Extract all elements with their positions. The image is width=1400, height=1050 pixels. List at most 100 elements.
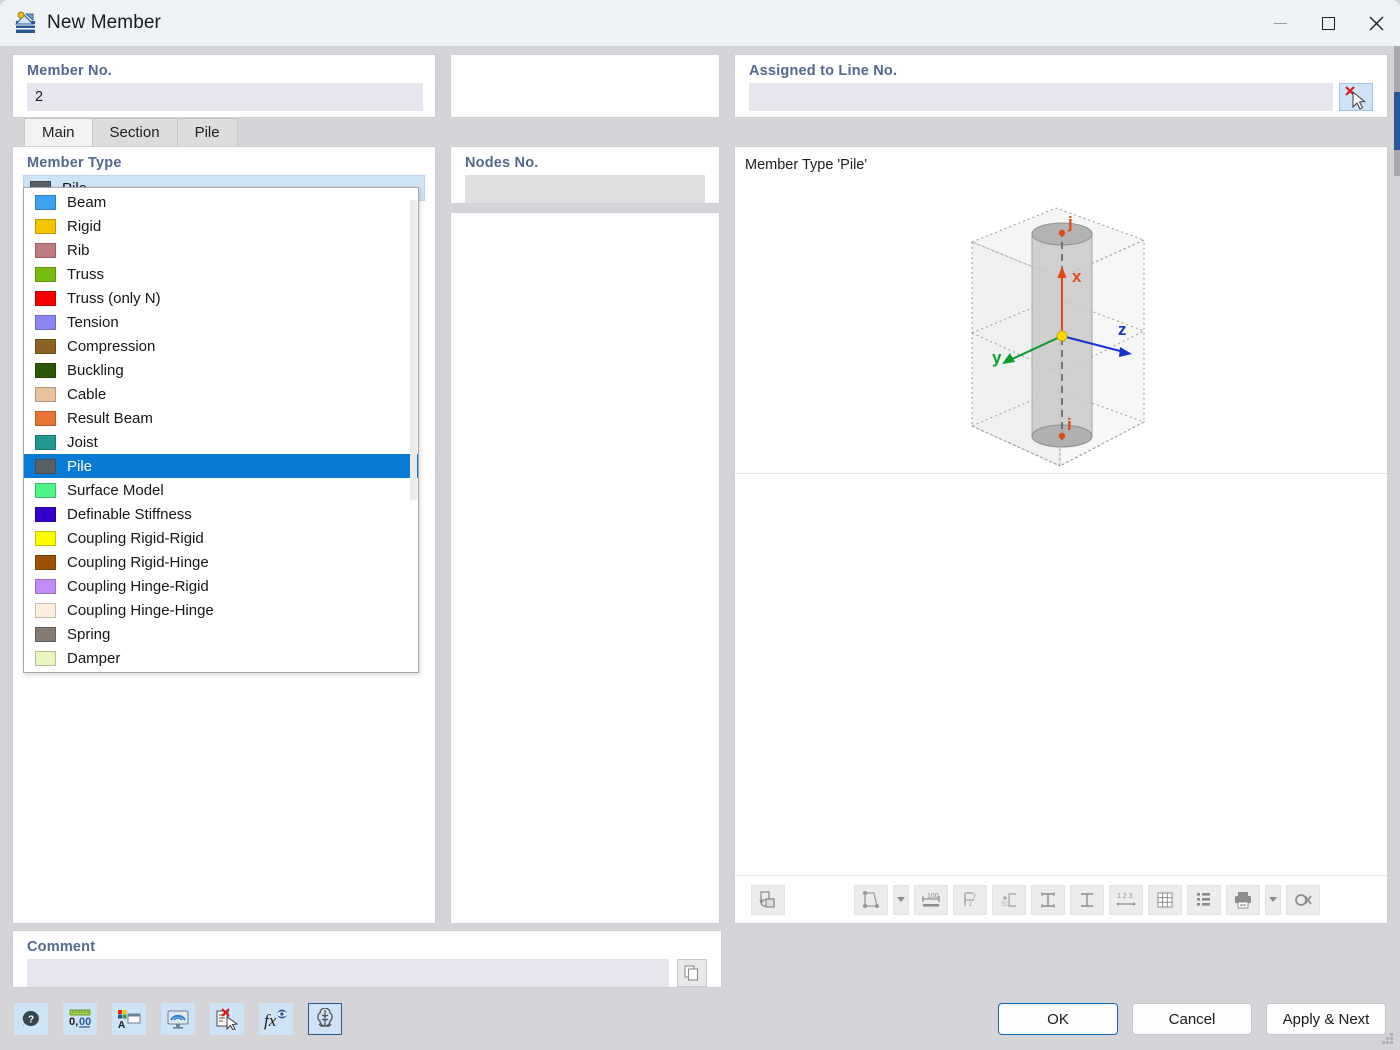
member-type-option[interactable]: Coupling Rigid-Rigid — [24, 526, 418, 550]
list-icon[interactable] — [1187, 885, 1221, 915]
delete-icon[interactable] — [210, 1003, 244, 1035]
member-type-option[interactable]: Pile — [24, 454, 418, 478]
copy-icon[interactable] — [677, 959, 707, 987]
render-off-icon[interactable] — [1286, 885, 1320, 915]
member-type-option[interactable]: Beam — [24, 190, 418, 214]
option-color-swatch — [35, 195, 56, 210]
print-dropdown-caret[interactable] — [1265, 885, 1281, 915]
member-type-option[interactable]: Rigid — [24, 214, 418, 238]
member-type-option[interactable]: Surface Model — [24, 478, 418, 502]
member-type-option[interactable]: Coupling Hinge-Hinge — [24, 598, 418, 622]
member-type-option[interactable]: Buckling — [24, 358, 418, 382]
member-type-option[interactable]: Damper — [24, 646, 418, 670]
ok-button[interactable]: OK — [998, 1003, 1118, 1035]
dropdown-scrollbar-thumb[interactable] — [410, 200, 417, 500]
tab-strip: Main Section Pile — [0, 118, 1400, 146]
option-color-swatch — [35, 243, 56, 258]
svg-text:SC: SC — [1001, 901, 1010, 908]
shear-center-icon[interactable]: SC — [992, 885, 1026, 915]
member-type-option[interactable]: Truss (only N) — [24, 286, 418, 310]
brain-icon[interactable] — [308, 1003, 342, 1035]
axis-label-x: x — [1072, 267, 1082, 286]
minimize-button[interactable] — [1256, 0, 1304, 46]
pick-cursor-x-icon[interactable] — [1339, 83, 1373, 111]
units-decimal-icon[interactable]: 0, 00 — [63, 1003, 97, 1035]
node-label-i: i — [1067, 415, 1072, 434]
tab-section[interactable]: Section — [92, 118, 178, 146]
tab-pile[interactable]: Pile — [177, 118, 238, 146]
axis-label-z: z — [1118, 320, 1127, 339]
member-type-label: Member Type — [13, 147, 435, 175]
assigned-line-input[interactable] — [749, 83, 1333, 111]
colors-fonts-icon[interactable]: A — [112, 1003, 146, 1035]
option-color-swatch — [35, 363, 56, 378]
option-color-swatch — [35, 459, 56, 474]
member-type-option[interactable]: Tension — [24, 310, 418, 334]
nodes-no-group: Nodes No. — [450, 146, 720, 204]
svg-text:fx: fx — [264, 1011, 277, 1030]
assigned-line-label: Assigned to Line No. — [735, 55, 1387, 83]
dropdown-scrollbar[interactable] — [410, 190, 417, 670]
option-label: Truss — [67, 266, 104, 283]
option-label: Coupling Hinge-Hinge — [67, 602, 214, 619]
grid-icon[interactable] — [1148, 885, 1182, 915]
option-label: Buckling — [67, 362, 124, 379]
option-label: Rigid — [67, 218, 101, 235]
window-controls — [1256, 0, 1400, 46]
member-type-option[interactable]: Truss — [24, 262, 418, 286]
comment-input[interactable] — [27, 959, 669, 987]
window-title: New Member — [47, 12, 161, 34]
local-axes-yz-icon[interactable]: y z — [953, 885, 987, 915]
formula-fx-icon[interactable]: fx — [259, 1003, 293, 1035]
shape-dropdown-caret[interactable] — [893, 885, 909, 915]
apply-next-button[interactable]: Apply & Next — [1266, 1003, 1386, 1035]
title-bar: New Member — [0, 0, 1400, 46]
cancel-button[interactable]: Cancel — [1132, 1003, 1252, 1035]
member-no-input[interactable] — [27, 83, 423, 111]
maximize-button[interactable] — [1304, 0, 1352, 46]
option-color-swatch — [35, 531, 56, 546]
close-button[interactable] — [1352, 0, 1400, 46]
member-no-group: Member No. — [12, 54, 436, 118]
member-type-option[interactable]: Rib — [24, 238, 418, 262]
nodes-no-input[interactable] — [465, 175, 705, 203]
member-type-option[interactable]: Coupling Hinge-Rigid — [24, 574, 418, 598]
option-color-swatch — [35, 627, 56, 642]
dialog-body: Member Type Pile Beam Rigid Rib Truss Truss … — [0, 146, 1400, 924]
new-member-dialog: New Member Member No. Assigned to Line N… — [0, 0, 1400, 1050]
help-icon[interactable]: ? — [14, 1003, 48, 1035]
member-type-option[interactable]: Joist — [24, 430, 418, 454]
svg-text:0,: 0, — [69, 1016, 78, 1028]
member-type-option[interactable]: Compression — [24, 334, 418, 358]
node-label-j: j — [1067, 213, 1073, 232]
option-label: Spring — [67, 626, 110, 643]
section-i-vertical-icon[interactable] — [1070, 885, 1104, 915]
member-type-option[interactable]: Cable — [24, 382, 418, 406]
comment-group: Comment — [12, 930, 722, 988]
member-type-option[interactable]: Definable Stiffness — [24, 502, 418, 526]
print-icon[interactable] — [1226, 885, 1260, 915]
member-type-option[interactable]: Result Beam — [24, 406, 418, 430]
display-properties-icon[interactable] — [161, 1003, 195, 1035]
member-type-dropdown-list[interactable]: BeamRigidRibTrussTruss (only N)TensionCo… — [23, 187, 419, 673]
shape-icon[interactable] — [854, 885, 888, 915]
option-color-swatch — [35, 315, 56, 330]
option-label: Result Beam — [67, 410, 153, 427]
member-type-option[interactable]: Coupling Rigid-Hinge — [24, 550, 418, 574]
resize-grip[interactable] — [1382, 1033, 1394, 1045]
nodes-no-label: Nodes No. — [451, 147, 719, 175]
section-i-horizontal-icon[interactable] — [1031, 885, 1065, 915]
option-label: Coupling Rigid-Rigid — [67, 530, 204, 547]
nodes-blank-panel — [450, 212, 720, 924]
option-label: Cable — [67, 386, 106, 403]
dimension-100-icon[interactable]: 100 — [914, 885, 948, 915]
tab-main[interactable]: Main — [24, 118, 93, 146]
option-color-swatch — [35, 579, 56, 594]
footer-bar: ? 0, 00 A — [0, 988, 1400, 1050]
member-type-option[interactable]: Spring — [24, 622, 418, 646]
option-color-swatch — [35, 435, 56, 450]
numbering-123-icon[interactable]: 1 2 3 — [1109, 885, 1143, 915]
new-member-icon — [12, 11, 38, 35]
rotate-view-icon[interactable] — [751, 885, 785, 915]
dialog-buttons: OK Cancel Apply & Next — [998, 1003, 1386, 1035]
